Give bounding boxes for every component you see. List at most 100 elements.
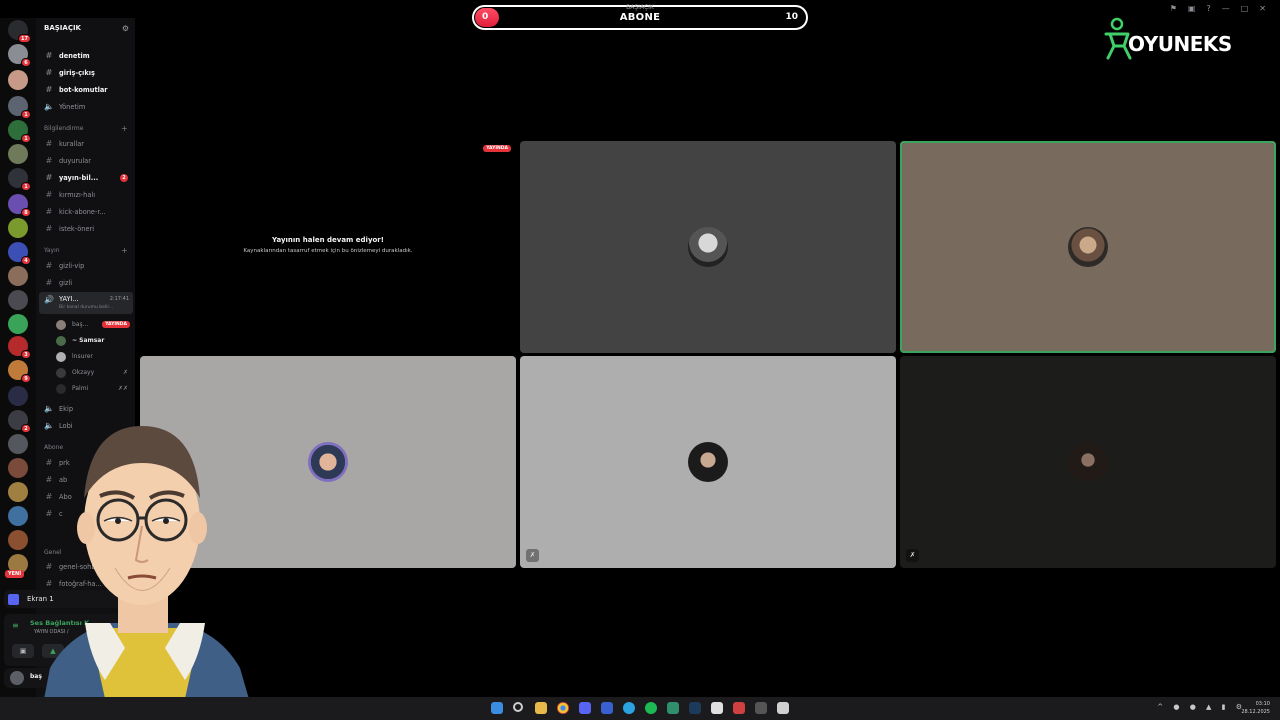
app-icon[interactable] — [733, 702, 745, 714]
muted-icon: ✗ — [526, 549, 539, 562]
channel-kurallar[interactable]: # kurallar — [39, 136, 133, 151]
server-icon[interactable]: 1 — [8, 96, 31, 119]
server-header[interactable]: BAŞIAÇIK ⚙ — [36, 18, 135, 38]
epic-games-icon[interactable] — [711, 702, 723, 714]
voice-channel-yayin-active[interactable]: 🔊 YAYI... 2:17:41 Bir kanal durumu belir… — [39, 292, 133, 314]
channel-denetim[interactable]: # denetim — [39, 48, 133, 63]
os-taskbar: ^ ● ● ▲ ▮ ⚙ 03:10 28.12.2025 — [0, 697, 1280, 720]
channel-yayin-bil[interactable]: # yayın-bil... 2 — [39, 170, 133, 185]
channel-gizli-vip[interactable]: # gizli-vip — [39, 258, 133, 273]
hash-icon: # — [45, 224, 53, 233]
stream-preview-paused[interactable]: YAYINDA Yayının halen devam ediyor! Kayn… — [140, 140, 516, 352]
server-icon[interactable] — [8, 434, 28, 454]
close-icon[interactable]: ✕ — [1259, 4, 1266, 13]
voice-member[interactable]: ~ Samsar — [56, 333, 132, 348]
server-icon[interactable] — [8, 314, 28, 334]
tile-user-2[interactable] — [900, 141, 1276, 353]
server-icon[interactable] — [8, 506, 28, 526]
server-icon[interactable]: 9 — [8, 360, 31, 383]
avatar — [1068, 227, 1108, 267]
server-icon[interactable] — [8, 144, 28, 164]
server-icon[interactable] — [8, 458, 28, 478]
streamer-character-overlay — [40, 426, 255, 720]
server-badge: 3 — [21, 350, 31, 359]
chrome-icon[interactable] — [557, 702, 569, 714]
file-explorer-icon[interactable] — [535, 702, 547, 714]
server-icon[interactable]: 4 — [8, 242, 31, 265]
channel-label: bot-komutlar — [59, 85, 108, 94]
channel-label: kick-abone-r... — [59, 207, 106, 216]
hash-icon: # — [45, 68, 53, 77]
help-icon[interactable]: ? — [1206, 4, 1210, 13]
server-icon[interactable] — [8, 290, 28, 310]
spotify-icon[interactable] — [645, 702, 657, 714]
tile-user-4[interactable]: ✗ — [520, 356, 896, 568]
server-icon[interactable]: 8 — [8, 194, 31, 217]
home-icon[interactable]: 17 — [8, 20, 31, 43]
voice-member[interactable]: baş... YAYINDA — [56, 317, 132, 332]
channel-istek-oneri[interactable]: # istek-öneri — [39, 221, 133, 236]
add-channel-icon[interactable]: + — [121, 124, 128, 133]
tile-user-1[interactable] — [520, 141, 896, 353]
hash-icon: # — [45, 156, 53, 165]
live-badge: YAYINDA — [483, 145, 511, 152]
stream-paused-title: Yayının halen devam ediyor! — [272, 236, 384, 244]
voice-member[interactable]: Palmi ✗✗ — [56, 381, 132, 396]
channel-duyurular[interactable]: # duyurular — [39, 153, 133, 168]
app-icon[interactable] — [755, 702, 767, 714]
system-tray[interactable]: ^ ● ● ▲ ▮ ⚙ — [1157, 703, 1246, 711]
steam-icon[interactable] — [689, 702, 701, 714]
flag-icon[interactable]: ⚑ — [1170, 4, 1177, 13]
goal-label: ABONE — [619, 12, 661, 23]
channel-kirmizi-hali[interactable]: # kırmızı-halı — [39, 187, 133, 202]
add-channel-icon[interactable]: + — [121, 246, 128, 255]
server-icon[interactable] — [8, 266, 28, 286]
channel-label: duyurular — [59, 156, 91, 165]
channel-status: Bir kanal durumu belir... — [59, 305, 114, 310]
channel-label: kurallar — [59, 139, 84, 148]
discord-icon[interactable] — [579, 702, 591, 714]
channel-giris-cikis[interactable]: # giriş-çıkış — [39, 65, 133, 80]
server-icon[interactable]: 3 — [8, 336, 31, 359]
voice-member[interactable]: Okzayy ✗ — [56, 365, 132, 380]
tile-user-5[interactable]: ✗ — [900, 356, 1276, 568]
inbox-icon[interactable]: ▣ — [1188, 4, 1196, 13]
hash-icon: # — [45, 51, 53, 60]
app-icon[interactable] — [601, 702, 613, 714]
server-icon[interactable] — [8, 70, 28, 90]
avatar — [688, 227, 728, 267]
voice-member[interactable]: lnsurer — [56, 349, 132, 364]
minimize-icon[interactable]: — — [1222, 4, 1230, 13]
server-icon[interactable] — [8, 218, 28, 238]
channel-gizli[interactable]: # gizli — [39, 275, 133, 290]
server-icon[interactable]: 6 — [8, 44, 31, 67]
category-bilgilendirme[interactable]: Bilgilendirme + — [44, 124, 128, 133]
start-icon[interactable] — [491, 702, 503, 714]
server-icon[interactable] — [8, 482, 28, 502]
server-badge: 1 — [21, 110, 31, 119]
channel-ekip[interactable]: 🔈 Ekip — [39, 401, 133, 416]
deafened-icon: ✗✗ — [117, 385, 128, 392]
server-icon[interactable]: 1 — [8, 168, 31, 191]
server-badge: 4 — [21, 256, 31, 265]
folder-icon[interactable] — [8, 386, 28, 406]
app-icon[interactable] — [667, 702, 679, 714]
channel-yonetim[interactable]: 🔈 Yönetim — [39, 99, 133, 114]
search-icon[interactable] — [513, 702, 523, 712]
maximize-icon[interactable]: □ — [1241, 4, 1249, 13]
signal-icon: ≡ — [12, 621, 19, 630]
server-name: BAŞIAÇIK — [44, 24, 81, 32]
avatar[interactable] — [10, 671, 24, 685]
server-icon[interactable]: 1 — [8, 120, 31, 143]
channel-bot-komutlar[interactable]: # bot-komutlar — [39, 82, 133, 97]
add-member-icon[interactable]: ⚙ — [122, 24, 129, 33]
app-icon[interactable] — [777, 702, 789, 714]
server-icon[interactable] — [8, 530, 28, 550]
member-name: lnsurer — [72, 353, 93, 360]
category-yayin[interactable]: Yayın + — [44, 246, 128, 255]
server-icon[interactable]: 2 — [8, 410, 31, 433]
channel-kick-abone[interactable]: # kick-abone-r... — [39, 204, 133, 219]
clock[interactable]: 03:10 28.12.2025 — [1241, 700, 1270, 716]
telegram-icon[interactable] — [623, 702, 635, 714]
goal-caption: BAŞIAÇIK — [626, 4, 654, 11]
